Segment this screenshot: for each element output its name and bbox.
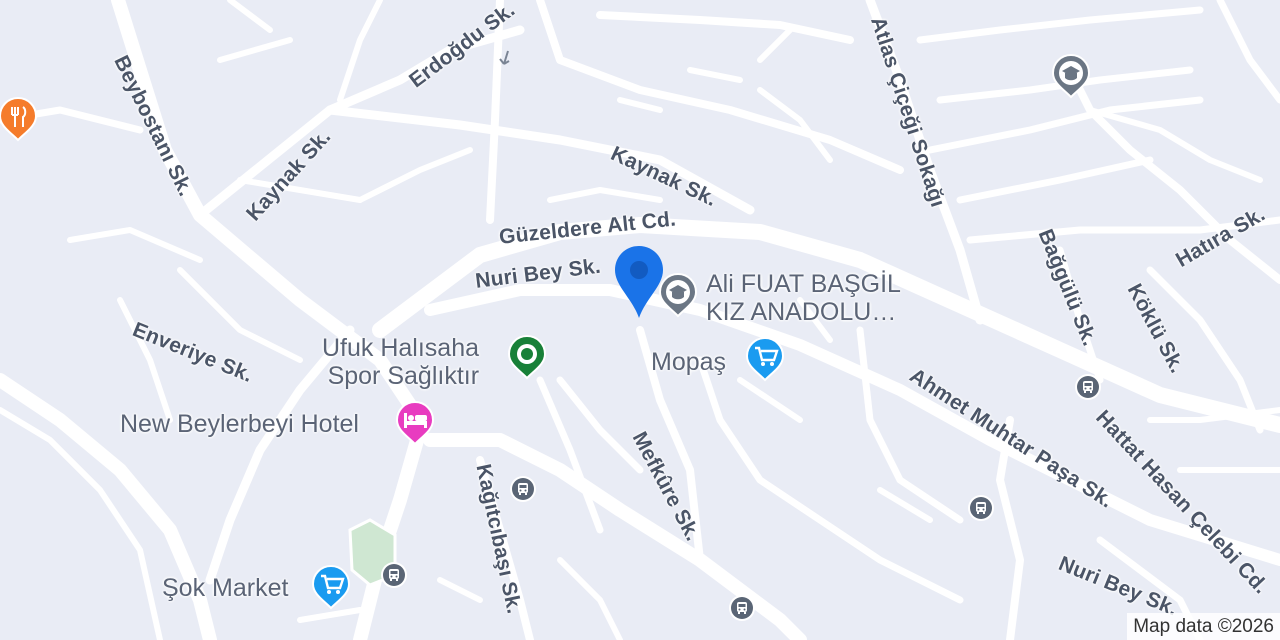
- bed-icon: [395, 400, 435, 446]
- ufuk-label-line1: Ufuk Halısaha: [322, 334, 480, 362]
- bus-stop-4[interactable]: [381, 562, 407, 588]
- bus-icon: [731, 597, 753, 619]
- hotel-pin[interactable]: [395, 400, 435, 446]
- one-way-arrow-icon: [499, 50, 510, 65]
- park-icon: [507, 334, 547, 380]
- location-pin-icon: [615, 246, 663, 318]
- sok-market-label[interactable]: Şok Market: [162, 574, 288, 602]
- bus-icon: [970, 497, 992, 519]
- bus-icon: [1077, 376, 1099, 398]
- mopas-label[interactable]: Mopaş: [651, 348, 726, 376]
- sok-market-pin[interactable]: [311, 564, 351, 610]
- bus-icon: [512, 478, 534, 500]
- school-label-line1: Ali FUAT BAŞGİL: [706, 270, 901, 298]
- map-canvas[interactable]: Beybostanı Sk. Erdoğdu Sk. Kaynak Sk. Ka…: [0, 0, 1280, 640]
- restaurant-pin[interactable]: [0, 96, 38, 142]
- bus-icon: [383, 564, 405, 586]
- bus-stop-2[interactable]: [968, 495, 994, 521]
- ufuk-label-line2: Spor Sağlıktır: [327, 362, 480, 390]
- bus-stop-5[interactable]: [729, 595, 755, 621]
- fork-knife-icon: [0, 96, 38, 142]
- ufuk-pin[interactable]: [507, 334, 547, 380]
- selected-location-pin[interactable]: [613, 244, 665, 320]
- shopping-cart-icon: [745, 336, 785, 382]
- shopping-cart-icon: [311, 564, 351, 610]
- school-label[interactable]: Ali FUAT BAŞGİL KIZ ANADOLU…: [706, 270, 901, 326]
- school-pin-top[interactable]: [1051, 53, 1091, 99]
- hotel-label[interactable]: New Beylerbeyi Hotel: [120, 410, 359, 438]
- bus-stop-3[interactable]: [510, 476, 536, 502]
- map-attribution[interactable]: Map data ©2026: [1127, 613, 1280, 640]
- bus-stop-1[interactable]: [1075, 374, 1101, 400]
- graduation-cap-icon: [1051, 53, 1091, 99]
- school-label-line2: KIZ ANADOLU…: [706, 298, 897, 326]
- ufuk-label[interactable]: Ufuk Halısaha Spor Sağlıktır: [322, 334, 479, 390]
- mopas-pin[interactable]: [745, 336, 785, 382]
